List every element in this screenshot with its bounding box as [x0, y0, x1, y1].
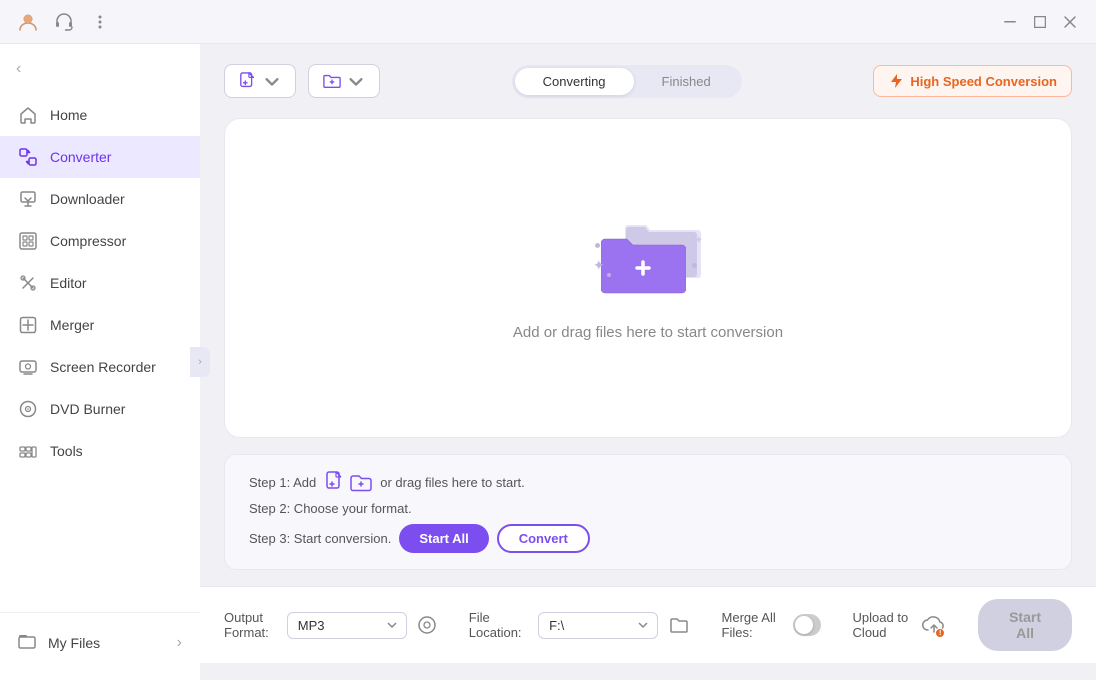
converter-icon — [18, 147, 38, 167]
app-body: ‹ Home Converter — [0, 44, 1096, 680]
titlebar-controls — [996, 8, 1084, 36]
start-all-main-button[interactable]: Start All — [978, 599, 1072, 651]
toolbar: Converting Finished High Speed Conversio… — [224, 64, 1072, 98]
dropzone-illustration: ✦ ✦ — [593, 215, 703, 310]
downloader-icon — [18, 189, 38, 209]
start-all-button[interactable]: Start All — [399, 524, 488, 553]
output-format-field: Output Format: MP3 MP4 WAV AAC — [224, 610, 437, 640]
sidebar-item-merger-label: Merger — [50, 317, 94, 333]
convert-button[interactable]: Convert — [497, 524, 590, 553]
account-icon[interactable] — [12, 6, 44, 38]
file-location-browse-icon[interactable] — [668, 611, 689, 639]
sidebar-bottom: My Files › — [0, 612, 200, 672]
minimize-button[interactable] — [996, 8, 1024, 36]
sidebar-item-tools[interactable]: Tools — [0, 430, 200, 472]
sidebar-item-my-files[interactable]: My Files › — [0, 621, 200, 664]
sidebar-item-converter-label: Converter — [50, 149, 111, 165]
maximize-button[interactable] — [1026, 8, 1054, 36]
step1-icons — [324, 471, 372, 493]
my-files-icon — [18, 632, 36, 653]
step2-row: Step 2: Choose your format. — [249, 501, 1047, 516]
upload-cloud-icon[interactable]: ! — [922, 611, 946, 639]
tab-finished[interactable]: Finished — [634, 68, 739, 95]
headset-icon[interactable] — [48, 6, 80, 38]
add-file-icon-inline — [324, 471, 346, 493]
home-icon — [18, 105, 38, 125]
step3-row: Step 3: Start conversion. Start All Conv… — [249, 524, 1047, 553]
sidebar-item-screen-recorder-label: Screen Recorder — [50, 359, 156, 375]
merge-all-field: Merge All Files: — [722, 610, 821, 640]
dropdown-arrow-icon — [263, 72, 281, 90]
sidebar-collapse-handle[interactable]: › — [190, 347, 210, 377]
screen-recorder-icon — [18, 357, 38, 377]
folder-dropdown-arrow-icon — [347, 72, 365, 90]
lightning-icon — [888, 73, 904, 89]
upload-cloud-badge: ! — [935, 628, 945, 638]
sidebar-collapse-btn[interactable]: ‹ — [0, 52, 200, 94]
my-files-label: My Files — [48, 635, 100, 651]
step1-row: Step 1: Add or drag files here to start. — [249, 471, 1047, 493]
titlebar — [0, 0, 1096, 44]
add-folder-button[interactable] — [308, 64, 380, 98]
high-speed-button[interactable]: High Speed Conversion — [873, 65, 1072, 97]
sidebar-item-downloader-label: Downloader — [50, 191, 125, 207]
high-speed-label: High Speed Conversion — [910, 74, 1057, 89]
editor-icon — [18, 273, 38, 293]
sidebar-item-tools-label: Tools — [50, 443, 83, 459]
sidebar: ‹ Home Converter — [0, 44, 200, 680]
step1-suffix: or drag files here to start. — [380, 475, 525, 490]
sidebar-item-home-label: Home — [50, 107, 87, 123]
sidebar-item-merger[interactable]: Merger — [0, 304, 200, 346]
file-location-label: File Location: — [469, 610, 528, 640]
titlebar-icons — [12, 6, 116, 38]
merge-all-label: Merge All Files: — [722, 610, 783, 640]
step1-prefix: Step 1: Add — [249, 475, 316, 490]
dropzone-text: Add or drag files here to start conversi… — [513, 324, 783, 341]
bottom-bar: Output Format: MP3 MP4 WAV AAC File Loca… — [200, 586, 1096, 663]
sidebar-item-compressor[interactable]: Compressor — [0, 220, 200, 262]
add-file-button[interactable] — [224, 64, 296, 98]
sidebar-item-editor[interactable]: Editor — [0, 262, 200, 304]
tab-converting[interactable]: Converting — [515, 68, 634, 95]
tab-group: Converting Finished — [512, 65, 742, 98]
upload-cloud-field: Upload to Cloud ! — [853, 610, 947, 640]
dvd-burner-icon — [18, 399, 38, 419]
sidebar-item-dvd-burner[interactable]: DVD Burner — [0, 388, 200, 430]
sidebar-item-editor-label: Editor — [50, 275, 87, 291]
merger-icon — [18, 315, 38, 335]
output-format-select[interactable]: MP3 MP4 WAV AAC — [287, 612, 407, 639]
dropzone[interactable]: ✦ ✦ Add or drag files here to start conv… — [224, 118, 1072, 438]
upload-cloud-label: Upload to Cloud — [853, 610, 913, 640]
main-content: Converting Finished High Speed Conversio… — [200, 44, 1096, 680]
sidebar-item-screen-recorder[interactable]: Screen Recorder — [0, 346, 200, 388]
merge-toggle[interactable] — [793, 614, 821, 636]
menu-icon[interactable] — [84, 6, 116, 38]
sidebar-item-compressor-label: Compressor — [50, 233, 126, 249]
file-location-field: File Location: F:\ C:\ D:\ — [469, 610, 690, 640]
steps-container: Step 1: Add or drag files here to start. — [224, 454, 1072, 570]
file-location-select[interactable]: F:\ C:\ D:\ — [538, 612, 658, 639]
sidebar-item-converter[interactable]: Converter — [0, 136, 200, 178]
output-format-settings-icon[interactable] — [417, 611, 437, 639]
sidebar-item-dvd-burner-label: DVD Burner — [50, 401, 125, 417]
step2-text: Step 2: Choose your format. — [249, 501, 412, 516]
step3-prefix: Step 3: Start conversion. — [249, 531, 391, 546]
compressor-icon — [18, 231, 38, 251]
add-folder-icon-inline — [350, 471, 372, 493]
tools-icon — [18, 441, 38, 461]
output-format-label: Output Format: — [224, 610, 277, 640]
sidebar-item-downloader[interactable]: Downloader — [0, 178, 200, 220]
sidebar-item-home[interactable]: Home — [0, 94, 200, 136]
my-files-arrow: › — [177, 634, 182, 652]
close-button[interactable] — [1056, 8, 1084, 36]
